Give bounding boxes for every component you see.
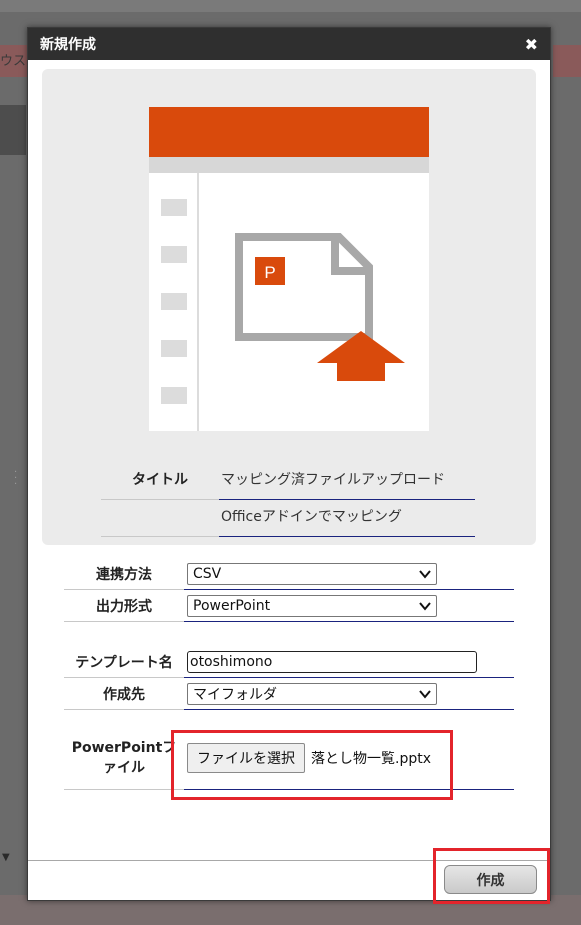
form-row-template-name: テンプレート名 otoshimono — [64, 646, 514, 678]
template-name-input[interactable]: otoshimono — [187, 650, 477, 673]
create-highlight-box — [433, 848, 550, 904]
form-spacer — [64, 622, 514, 646]
backdrop-left-panel — [0, 105, 26, 155]
chevron-down-icon — [419, 569, 431, 579]
backdrop-drag-handle: · · · — [14, 467, 18, 490]
backdrop-top — [0, 0, 581, 12]
new-create-dialog: 新規作成 ✖ P タイトル マッピング済ファイルアップロード Officeアドイ… — [27, 27, 551, 904]
info-row-description: Officeアドインでマッピング — [101, 500, 475, 537]
form-row-output-format: 出力形式 PowerPoint — [64, 590, 514, 622]
template-name-label: テンプレート名 — [64, 646, 184, 678]
destination-label: 作成先 — [64, 678, 184, 710]
info-row-title: タイトル マッピング済ファイルアップロード — [101, 463, 475, 500]
chevron-down-icon — [419, 689, 431, 699]
svg-text:P: P — [264, 263, 275, 282]
backdrop-left-text: ウス — [0, 54, 27, 69]
close-icon[interactable]: ✖ — [525, 35, 538, 54]
backdrop-arrow-icon: ▼ — [2, 852, 10, 863]
form-spacer — [64, 710, 514, 726]
link-method-label: 連携方法 — [64, 558, 184, 590]
destination-value: マイフォルダ — [193, 686, 277, 703]
output-format-value: PowerPoint — [193, 597, 271, 614]
powerpoint-file-label-line2: ァイル — [103, 759, 145, 776]
dialog-titlebar: 新規作成 ✖ — [28, 28, 550, 60]
powerpoint-file-label: PowerPointフ ァイル — [64, 726, 184, 790]
link-method-value: CSV — [193, 565, 222, 582]
info-value-description: Officeアドインでマッピング — [219, 500, 475, 537]
info-label-description — [101, 500, 219, 537]
backdrop-right-bar — [553, 45, 581, 77]
file-highlight-box — [171, 730, 453, 800]
form-row-link-method: 連携方法 CSV — [64, 558, 514, 590]
destination-select[interactable]: マイフォルダ — [187, 682, 437, 705]
link-method-select[interactable]: CSV — [187, 562, 437, 585]
powerpoint-file-label-line1: PowerPointフ — [71, 739, 177, 756]
output-format-select[interactable]: PowerPoint — [187, 594, 437, 617]
dialog-title: 新規作成 — [40, 37, 96, 53]
output-format-label: 出力形式 — [64, 590, 184, 622]
form-row-destination: 作成先 マイフォルダ — [64, 678, 514, 710]
chevron-down-icon — [419, 601, 431, 611]
info-value-title: マッピング済ファイルアップロード — [219, 463, 475, 500]
powerpoint-upload-illustration: P — [149, 107, 429, 431]
template-preview-panel: P タイトル マッピング済ファイルアップロード Officeアドインでマッピング — [42, 69, 536, 545]
template-info-table: タイトル マッピング済ファイルアップロード Officeアドインでマッピング — [101, 463, 475, 537]
info-label-title: タイトル — [101, 463, 219, 500]
